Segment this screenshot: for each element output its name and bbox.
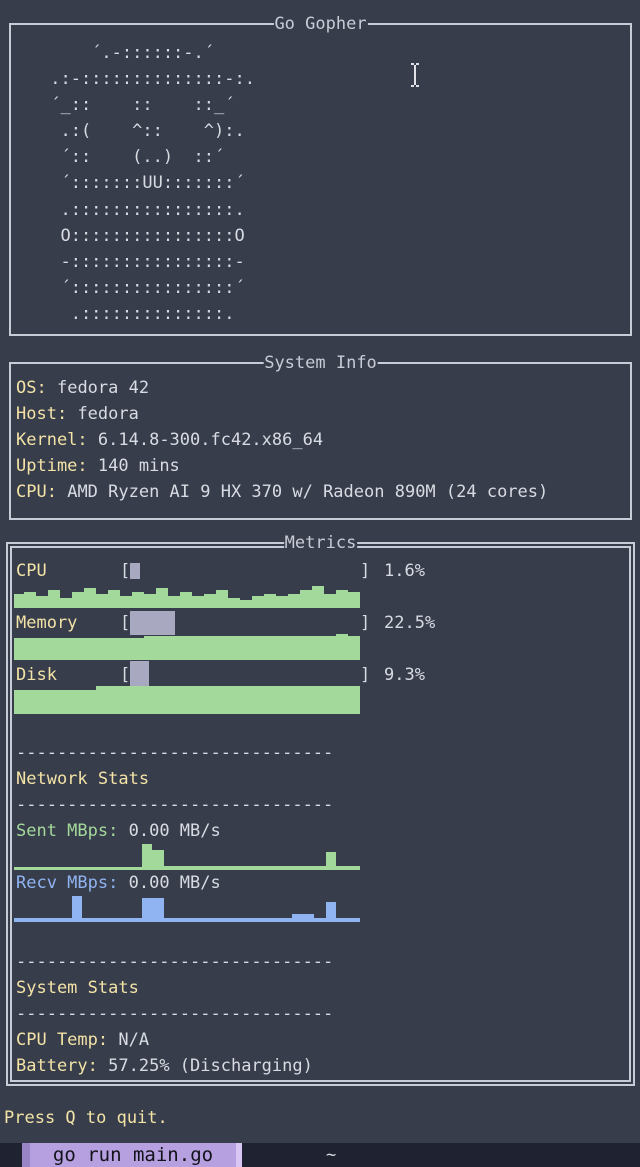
os-label: OS:: [16, 378, 47, 398]
battery-row: Battery: 57.25% (Discharging): [16, 1055, 313, 1077]
memory-sparkline: [14, 630, 360, 660]
disk-bar-close-bracket: ]: [360, 665, 371, 685]
host-label: Host:: [16, 404, 68, 424]
recv-row: Recv MBps: 0.00 MB/s: [16, 872, 221, 894]
recv-value: 0.00 MB/s: [128, 873, 221, 893]
cpu-info-row: CPU: AMD Ryzen AI 9 HX 370 w/ Radeon 890…: [16, 481, 548, 503]
gopher-ascii-art: ´.-::::::-.´ .:-::::::::::::::-:. ´_:: :…: [50, 43, 255, 324]
quit-hint: Press Q to quit.: [4, 1108, 168, 1128]
text-cursor-icon: [411, 63, 419, 87]
uptime-row: Uptime: 140 mins: [16, 455, 180, 477]
cpu-info-value: AMD Ryzen AI 9 HX 370 w/ Radeon 890M (24…: [67, 482, 549, 502]
sent-row: Sent MBps: 0.00 MB/s: [16, 820, 221, 842]
uptime-value: 140 mins: [97, 456, 180, 476]
metrics-title: Metrics: [283, 532, 358, 554]
network-stats-heading: Network Stats: [16, 769, 150, 789]
kernel-value: 6.14.8-300.fc42.x86_64: [97, 430, 324, 450]
cpu-sparkline: [14, 578, 360, 608]
gopher-panel-title: Go Gopher: [273, 13, 368, 35]
system-stats-heading: System Stats: [16, 978, 139, 998]
kernel-row: Kernel: 6.14.8-300.fc42.x86_64: [16, 429, 323, 451]
cpu-usage-bar: [130, 563, 140, 579]
host-row: Host: fedora: [16, 403, 139, 425]
disk-bar-open-bracket: [: [120, 665, 131, 685]
tab-home-shell[interactable]: ~: [326, 1143, 336, 1167]
separator-4: -------------------------------: [16, 1004, 334, 1024]
terminal-tab-bar: go run main.go ~: [0, 1143, 640, 1167]
recv-sparkline: [14, 892, 360, 922]
os-value: fedora 42: [56, 378, 150, 398]
battery-label: Battery:: [16, 1056, 98, 1076]
tab-go-run-main[interactable]: go run main.go: [22, 1143, 242, 1167]
sent-sparkline: [14, 840, 360, 870]
host-value: fedora: [77, 404, 139, 424]
uptime-label: Uptime:: [16, 456, 88, 476]
cpu-temp-label: CPU Temp:: [16, 1030, 109, 1050]
separator-1: -------------------------------: [16, 743, 334, 763]
disk-sparkline: [14, 684, 360, 714]
cpu-temp-row: CPU Temp: N/A: [16, 1029, 149, 1051]
disk-metric-label: Disk: [16, 665, 57, 685]
memory-percent: 22.5%: [384, 613, 436, 633]
kernel-label: Kernel:: [16, 430, 88, 450]
cpu-temp-value: N/A: [118, 1030, 150, 1050]
sent-value: 0.00 MB/s: [128, 821, 221, 841]
separator-2: -------------------------------: [16, 795, 334, 815]
disk-percent: 9.3%: [384, 665, 425, 685]
separator-3: -------------------------------: [16, 952, 334, 972]
recv-label: Recv MBps:: [16, 873, 119, 893]
battery-value: 57.25% (Discharging): [108, 1056, 313, 1076]
sent-label: Sent MBps:: [16, 821, 119, 841]
cpu-info-label: CPU:: [16, 482, 57, 502]
os-row: OS: fedora 42: [16, 377, 149, 399]
system-info-title: System Info: [263, 352, 378, 374]
cpu-percent: 1.6%: [384, 561, 425, 581]
memory-bar-close-bracket: ]: [360, 613, 371, 633]
cpu-bar-close-bracket: ]: [360, 561, 371, 581]
